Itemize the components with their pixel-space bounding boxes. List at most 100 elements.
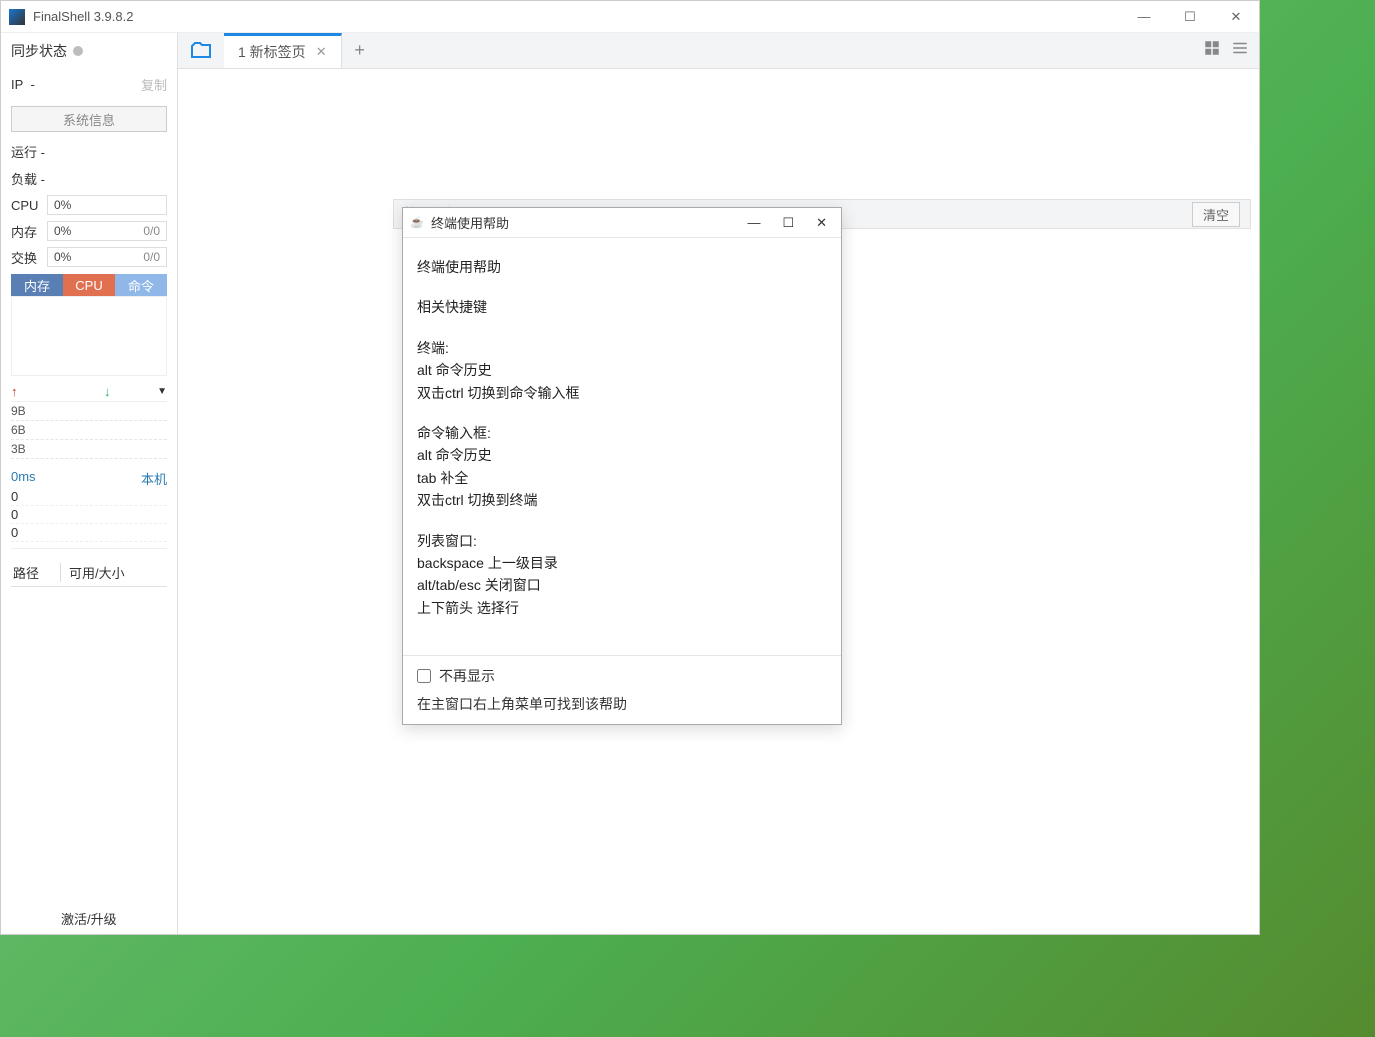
ip-row: IP - 复制 xyxy=(1,69,177,100)
folder-icon xyxy=(189,39,213,63)
dialog-title: 终端使用帮助 xyxy=(431,213,747,232)
window-controls: — ☐ ✕ xyxy=(1121,1,1259,33)
swap-value: 0% xyxy=(54,250,71,264)
mem-value: 0% xyxy=(54,224,71,238)
ip-value: - xyxy=(31,77,35,92)
dialog-window-controls: — ☐ ✕ xyxy=(747,215,835,231)
java-icon: ☕ xyxy=(409,215,425,231)
sec3-l2: alt/tab/esc 关闭窗口 xyxy=(417,574,827,596)
size-column[interactable]: 可用/大小 xyxy=(61,563,125,582)
ping-row: 0ms 本机 xyxy=(11,469,167,488)
mem-stat-row: 内存 0% 0/0 xyxy=(1,218,177,244)
cpu-stat-row: CPU 0% xyxy=(1,192,177,218)
tab-label: 1 新标签页 xyxy=(238,42,306,62)
system-info-button[interactable]: 系统信息 xyxy=(11,106,167,132)
add-tab-button[interactable]: + xyxy=(342,33,378,68)
net-scale: 9B 6B 3B xyxy=(11,401,167,459)
ping-0: 0 xyxy=(11,488,167,506)
sec2-l2: tab 补全 xyxy=(417,467,827,489)
no-show-label: 不再显示 xyxy=(439,666,495,686)
menu-button[interactable] xyxy=(1231,39,1249,62)
scale-9b: 9B xyxy=(11,402,167,421)
sec1-l1: alt 命令历史 xyxy=(417,359,827,381)
mem-bar: 0% 0/0 xyxy=(47,221,167,241)
dialog-maximize-button[interactable]: ☐ xyxy=(782,215,794,231)
main-window: FinalShell 3.9.8.2 — ☐ ✕ 同步状态 IP - 复制 系统… xyxy=(0,0,1260,935)
open-folder-button[interactable] xyxy=(178,33,224,68)
monitor-chart xyxy=(11,296,167,376)
copy-button[interactable]: 复制 xyxy=(141,75,167,94)
activate-link[interactable]: 激活/升级 xyxy=(61,909,117,928)
tabbar-right xyxy=(1203,33,1259,68)
no-show-row: 不再显示 xyxy=(417,666,827,686)
clear-button[interactable]: 清空 xyxy=(1192,202,1240,227)
titlebar: FinalShell 3.9.8.2 — ☐ ✕ xyxy=(1,1,1259,33)
sec2-l1: alt 命令历史 xyxy=(417,444,827,466)
body-area: 同步状态 IP - 复制 系统信息 运行 - 负载 - CPU 0% 内存 0% xyxy=(1,33,1259,934)
sec3-title: 列表窗口: xyxy=(417,530,827,552)
app-icon xyxy=(9,9,25,25)
sec2-l3: 双击ctrl 切换到终端 xyxy=(417,489,827,511)
sec1-title: 终端: xyxy=(417,337,827,359)
tab-memory[interactable]: 内存 xyxy=(11,274,63,296)
upload-icon: ↑ xyxy=(11,384,18,399)
sec3-l1: backspace 上一级目录 xyxy=(417,552,827,574)
help-heading: 终端使用帮助 xyxy=(417,256,827,278)
mem-label: 内存 xyxy=(11,222,47,241)
ping-list: 0 0 0 xyxy=(11,488,167,549)
grid-view-button[interactable] xyxy=(1203,39,1221,62)
monitor-tabs: 内存 CPU 命令 xyxy=(11,274,167,296)
ip-label: IP xyxy=(11,77,23,92)
dialog-titlebar[interactable]: ☕ 终端使用帮助 — ☐ ✕ xyxy=(403,208,841,238)
hamburger-icon xyxy=(1231,39,1249,57)
dialog-body: 终端使用帮助 相关快捷键 终端: alt 命令历史 双击ctrl 切换到命令输入… xyxy=(403,238,841,655)
tabbar: 1 新标签页 ✕ + xyxy=(178,33,1259,69)
swap-bar: 0% 0/0 xyxy=(47,247,167,267)
no-show-checkbox[interactable] xyxy=(417,669,431,683)
sidebar: 同步状态 IP - 复制 系统信息 运行 - 负载 - CPU 0% 内存 0% xyxy=(1,33,178,934)
app-title: FinalShell 3.9.8.2 xyxy=(33,9,1121,24)
maximize-button[interactable]: ☐ xyxy=(1167,1,1213,33)
network-row: ↑ ↓ ▼ xyxy=(11,384,167,399)
ping-1: 0 xyxy=(11,506,167,524)
sync-status-row: 同步状态 xyxy=(1,33,177,69)
local-label: 本机 xyxy=(141,469,167,488)
scale-6b: 6B xyxy=(11,421,167,440)
file-table-header: 路径 可用/大小 xyxy=(11,559,167,587)
download-icon: ↓ xyxy=(104,384,111,399)
cpu-label: CPU xyxy=(11,198,47,213)
sync-status-icon xyxy=(73,46,83,56)
dialog-close-button[interactable]: ✕ xyxy=(816,215,827,231)
main-area: 1 新标签页 ✕ + 快速连接 清空 xyxy=(178,33,1259,934)
sec2-title: 命令输入框: xyxy=(417,422,827,444)
sync-label: 同步状态 xyxy=(11,41,67,61)
tab-command[interactable]: 命令 xyxy=(115,274,167,296)
sec1-l2: 双击ctrl 切换到命令输入框 xyxy=(417,382,827,404)
sec3-l3: 上下箭头 选择行 xyxy=(417,597,827,619)
shortcut-heading: 相关快捷键 xyxy=(417,296,827,318)
content-area: 快速连接 清空 ☕ 终端使用帮助 — ☐ ✕ 终端使用帮助 xyxy=(178,69,1259,934)
load-row: 负载 - xyxy=(1,165,177,192)
ping-value: 0ms xyxy=(11,469,36,488)
tab-cpu[interactable]: CPU xyxy=(63,274,115,296)
scale-3b: 3B xyxy=(11,440,167,459)
close-button[interactable]: ✕ xyxy=(1213,1,1259,33)
dialog-minimize-button[interactable]: — xyxy=(747,215,760,231)
tab-close-icon[interactable]: ✕ xyxy=(316,44,327,60)
dropdown-icon[interactable]: ▼ xyxy=(157,386,167,397)
run-row: 运行 - xyxy=(1,138,177,165)
cpu-bar: 0% xyxy=(47,195,167,215)
mem-right: 0/0 xyxy=(143,224,160,238)
tab-new[interactable]: 1 新标签页 ✕ xyxy=(224,33,342,68)
dialog-footer: 不再显示 在主窗口右上角菜单可找到该帮助 xyxy=(403,655,841,724)
ping-2: 0 xyxy=(11,524,167,542)
file-table-body xyxy=(11,587,167,934)
path-column[interactable]: 路径 xyxy=(11,563,61,582)
swap-right: 0/0 xyxy=(143,250,160,264)
swap-stat-row: 交换 0% 0/0 xyxy=(1,244,177,270)
swap-label: 交换 xyxy=(11,248,47,267)
footer-note: 在主窗口右上角菜单可找到该帮助 xyxy=(417,694,827,714)
help-dialog: ☕ 终端使用帮助 — ☐ ✕ 终端使用帮助 相关快捷键 终端: a xyxy=(402,207,842,725)
minimize-button[interactable]: — xyxy=(1121,1,1167,33)
cpu-value: 0% xyxy=(54,198,71,212)
